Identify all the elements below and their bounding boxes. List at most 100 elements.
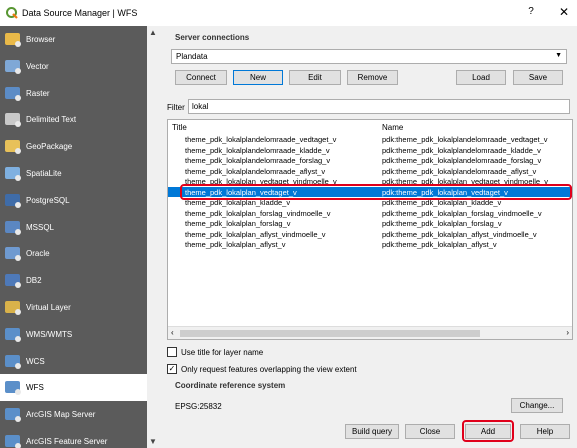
vector-icon bbox=[3, 56, 23, 76]
sidebar-item-mssql[interactable]: MSSQL bbox=[0, 214, 147, 241]
postgresql-icon bbox=[3, 190, 23, 210]
table-row[interactable]: theme_pdk_lokalplan_aflyst_vindmoelle_v p… bbox=[168, 229, 572, 239]
table-row[interactable]: theme_pdk_lokalplandelomraade_kladde_v pd… bbox=[168, 145, 572, 155]
sidebar-scrollbar[interactable]: ▲ ▼ bbox=[147, 26, 160, 448]
scroll-up-icon[interactable]: ▲ bbox=[149, 28, 157, 37]
table-row[interactable]: theme_pdk_lokalplan_vedtaget_vindmoelle_… bbox=[168, 176, 572, 186]
sidebar-item-geopackage[interactable]: GeoPackage bbox=[0, 133, 147, 160]
server-connections-title: Server connections bbox=[175, 33, 250, 42]
sidebar-item-wcs[interactable]: WCS bbox=[0, 348, 147, 375]
wcs-icon bbox=[3, 351, 23, 371]
raster-icon bbox=[3, 83, 23, 103]
sidebar-item-wfs[interactable]: WFS bbox=[0, 374, 147, 402]
save-connections-button[interactable]: Save bbox=[513, 70, 563, 85]
scroll-left-icon[interactable]: ‹ bbox=[171, 328, 174, 337]
connection-select[interactable]: Plandata ▼ bbox=[171, 49, 567, 64]
help-title-button[interactable]: ? bbox=[525, 6, 537, 20]
table-row[interactable]: theme_pdk_lokalplandelomraade_vedtaget_v… bbox=[168, 134, 572, 144]
delimited-text-icon bbox=[3, 109, 23, 129]
table-row[interactable]: theme_pdk_lokalplan_forslag_v pdk:theme_p… bbox=[168, 218, 572, 228]
table-row[interactable]: theme_pdk_lokalplandelomraade_aflyst_v pd… bbox=[168, 166, 572, 176]
layer-name-cell: pdk:theme_pdk_lokalplan_aflyst_vindmoell… bbox=[382, 229, 537, 239]
layer-title-cell: theme_pdk_lokalplan_vedtaget_vindmoelle_… bbox=[185, 177, 337, 186]
sidebar-item-virtual-layer[interactable]: Virtual Layer bbox=[0, 294, 147, 321]
sidebar-item-label: Raster bbox=[26, 88, 50, 98]
sidebar-item-postgresql[interactable]: PostgreSQL bbox=[0, 187, 147, 214]
oracle-icon bbox=[3, 243, 23, 263]
table-row[interactable]: theme_pdk_lokalplan_kladde_v pdk:theme_pd… bbox=[168, 197, 572, 207]
sidebar-item-label: Virtual Layer bbox=[26, 303, 71, 312]
use-title-checkbox[interactable] bbox=[167, 347, 177, 357]
table-horizontal-scrollbar[interactable]: ‹ › bbox=[168, 326, 572, 339]
sidebar-item-label: Oracle bbox=[26, 249, 50, 259]
sidebar-item-label: MSSQL bbox=[26, 222, 55, 232]
table-row[interactable]: theme_pdk_lokalplandelomraade_forslag_v p… bbox=[168, 155, 572, 165]
title-bar: Data Source Manager | WFS ? ✕ bbox=[0, 0, 577, 26]
layer-title-cell: theme_pdk_lokalplan_forslag_v bbox=[185, 219, 291, 228]
only-request-checkbox[interactable]: ✓ bbox=[167, 364, 177, 374]
sidebar-item-spatialite[interactable]: SpatiaLite bbox=[0, 160, 147, 187]
virtual-layer-icon bbox=[3, 297, 23, 317]
add-button[interactable]: Add bbox=[465, 424, 511, 439]
layer-name-cell: pdk:theme_pdk_lokalplandelomraade_vedtag… bbox=[382, 135, 548, 144]
layer-name-cell: pdk:theme_pdk_lokalplan_vedtaget_v bbox=[382, 187, 508, 197]
spatialite-icon bbox=[3, 163, 23, 183]
wms-icon bbox=[3, 324, 23, 344]
sidebar-item-label: GeoPackage bbox=[26, 142, 73, 152]
qgis-logo-icon bbox=[6, 7, 18, 19]
table-row[interactable]: theme_pdk_lokalplan_vedtaget_v pdk:theme_… bbox=[168, 186, 572, 197]
layer-name-cell: pdk:theme_pdk_lokalplan_kladde_v bbox=[382, 198, 502, 207]
sidebar-item-arcgis-feature-server[interactable]: ArcGIS Feature Server bbox=[0, 428, 147, 448]
sidebar-item-label: DB2 bbox=[26, 276, 42, 286]
close-window-button[interactable]: ✕ bbox=[557, 5, 571, 19]
layer-title-cell: theme_pdk_lokalplandelomraade_aflyst_v bbox=[185, 166, 326, 176]
sidebar-item-raster[interactable]: Raster bbox=[0, 80, 147, 107]
db2-icon bbox=[3, 270, 23, 290]
layer-name-cell: pdk:theme_pdk_lokalplan_aflyst_v bbox=[382, 240, 497, 249]
sidebar-item-db2[interactable]: DB2 bbox=[0, 267, 147, 294]
change-crs-button[interactable]: Change... bbox=[511, 398, 563, 413]
scroll-down-icon[interactable]: ▼ bbox=[149, 437, 157, 446]
close-button[interactable]: Close bbox=[405, 424, 455, 439]
filter-label: Filter bbox=[167, 103, 185, 112]
layer-name-cell: pdk:theme_pdk_lokalplandelomraade_aflyst… bbox=[382, 166, 537, 176]
edit-connection-button[interactable]: Edit bbox=[289, 70, 341, 85]
layer-table[interactable]: Title Name theme_pdk_lokalplandelomraade… bbox=[167, 119, 573, 340]
layer-title-cell: theme_pdk_lokalplan_kladde_v bbox=[185, 198, 291, 207]
layer-title-cell: theme_pdk_lokalplandelomraade_kladde_v bbox=[185, 145, 330, 155]
column-header-name[interactable]: Name bbox=[382, 123, 403, 132]
connect-button[interactable]: Connect bbox=[175, 70, 227, 85]
wfs-icon bbox=[3, 377, 23, 397]
sidebar-item-vector[interactable]: Vector bbox=[0, 53, 147, 80]
sidebar-item-label: WFS bbox=[26, 383, 44, 393]
help-button[interactable]: Help bbox=[520, 424, 570, 439]
new-connection-button[interactable]: New bbox=[233, 70, 283, 85]
layer-name-cell: pdk:theme_pdk_lokalplan_forslag_v bbox=[382, 219, 502, 228]
sidebar-item-browser[interactable]: Browser bbox=[0, 26, 147, 53]
folder-icon bbox=[3, 29, 23, 49]
crs-value: EPSG:25832 bbox=[175, 402, 222, 411]
sidebar-item-oracle[interactable]: Oracle bbox=[0, 240, 147, 267]
sidebar-item-label: Browser bbox=[26, 35, 56, 44]
dropdown-arrow-icon: ▼ bbox=[555, 52, 562, 59]
sidebar-item-label: Delimited Text bbox=[26, 115, 77, 125]
table-row[interactable]: theme_pdk_lokalplan_aflyst_v pdk:theme_pd… bbox=[168, 239, 572, 249]
crs-group-title: Coordinate reference system bbox=[175, 381, 286, 390]
build-query-button[interactable]: Build query bbox=[345, 424, 399, 439]
table-row[interactable]: theme_pdk_lokalplan_forslag_vindmoelle_v… bbox=[168, 208, 572, 218]
scroll-right-icon[interactable]: › bbox=[566, 328, 569, 337]
layer-title-cell: theme_pdk_lokalplandelomraade_vedtaget_v bbox=[185, 135, 337, 144]
filter-input[interactable]: lokal bbox=[188, 99, 570, 114]
sidebar-item-arcgis-map-server[interactable]: ArcGIS Map Server bbox=[0, 401, 147, 428]
layer-name-cell: pdk:theme_pdk_lokalplan_vedtaget_vindmoe… bbox=[382, 177, 548, 186]
sidebar-item-delimited-text[interactable]: Delimited Text bbox=[0, 106, 147, 133]
sidebar-item-label: SpatiaLite bbox=[26, 169, 62, 178]
remove-connection-button[interactable]: Remove bbox=[347, 70, 398, 85]
layer-name-cell: pdk:theme_pdk_lokalplan_forslag_vindmoel… bbox=[382, 208, 542, 218]
column-header-title[interactable]: Title bbox=[172, 123, 187, 132]
scrollbar-thumb[interactable] bbox=[180, 330, 480, 337]
sidebar-item-wms-wmts[interactable]: WMS/WMTS bbox=[0, 321, 147, 348]
load-connections-button[interactable]: Load bbox=[456, 70, 506, 85]
sidebar-item-label: WMS/WMTS bbox=[26, 329, 73, 339]
layer-title-cell: theme_pdk_lokalplan_vedtaget_v bbox=[185, 187, 297, 197]
